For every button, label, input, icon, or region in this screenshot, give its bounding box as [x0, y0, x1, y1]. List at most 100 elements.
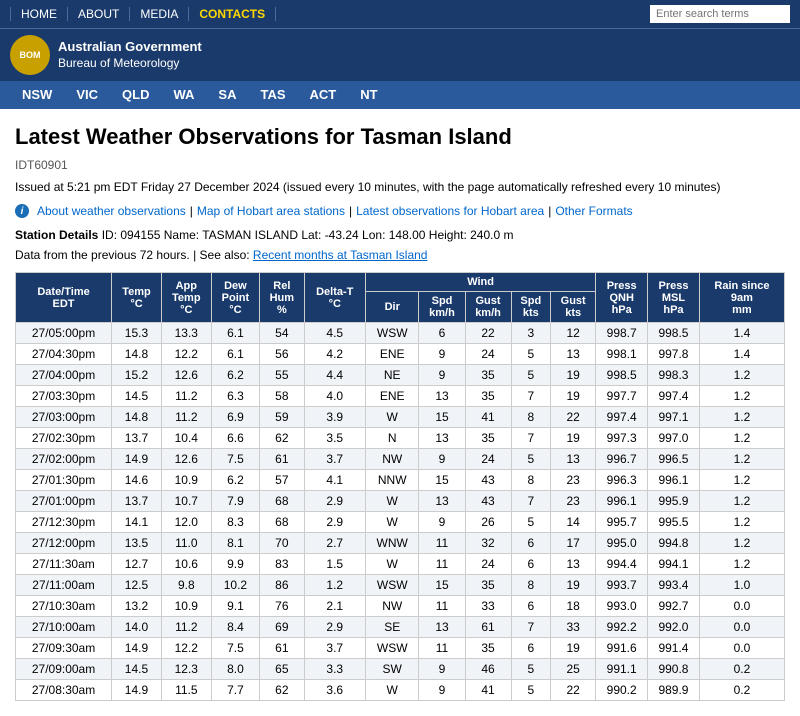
table-cell: 0.0 — [699, 617, 784, 638]
table-cell: 14.5 — [112, 386, 162, 407]
nav-about[interactable]: ABOUT — [68, 7, 130, 21]
table-cell: 15 — [419, 575, 465, 596]
table-cell: 14.0 — [112, 617, 162, 638]
table-header-row-1: Date/TimeEDT Temp°C AppTemp°C DewPoint°C… — [16, 273, 785, 292]
nav-media[interactable]: MEDIA — [130, 7, 189, 21]
table-cell: 11.0 — [161, 533, 211, 554]
link-latest-hobart[interactable]: Latest observations for Hobart area — [356, 204, 544, 218]
nav-contacts[interactable]: CONTACTS — [189, 7, 276, 21]
state-act[interactable]: ACT — [298, 81, 349, 109]
table-cell: 10.9 — [161, 470, 211, 491]
table-cell: NW — [365, 596, 419, 617]
link-recent-months[interactable]: Recent months at Tasman Island — [253, 248, 428, 262]
link-map-stations[interactable]: Map of Hobart area stations — [197, 204, 345, 218]
table-cell: 992.2 — [596, 617, 648, 638]
table-cell: 6 — [419, 323, 465, 344]
table-cell: 6.1 — [211, 323, 259, 344]
table-cell: N — [365, 428, 419, 449]
table-cell: 27/02:30pm — [16, 428, 112, 449]
table-cell: 14 — [551, 512, 596, 533]
table-cell: 1.4 — [699, 323, 784, 344]
table-cell: 3.3 — [304, 659, 365, 680]
table-cell: 5 — [511, 365, 551, 386]
table-cell: 76 — [260, 596, 304, 617]
table-cell: 14.5 — [112, 659, 162, 680]
table-cell: 12 — [551, 323, 596, 344]
table-cell: 7.5 — [211, 449, 259, 470]
table-cell: 1.2 — [699, 533, 784, 554]
table-cell: 995.0 — [596, 533, 648, 554]
table-cell: 10.7 — [161, 491, 211, 512]
state-qld[interactable]: QLD — [110, 81, 161, 109]
table-cell: 27/09:30am — [16, 638, 112, 659]
table-body: 27/05:00pm15.313.36.1544.5WSW622312998.7… — [16, 323, 785, 701]
table-cell: 83 — [260, 554, 304, 575]
table-cell: 11 — [419, 596, 465, 617]
table-cell: 989.9 — [648, 680, 700, 701]
table-cell: 9 — [419, 365, 465, 386]
table-cell: 13.7 — [112, 491, 162, 512]
table-cell: 997.3 — [596, 428, 648, 449]
state-sa[interactable]: SA — [206, 81, 248, 109]
table-cell: 12.6 — [161, 449, 211, 470]
col-wind-dir: Dir — [365, 292, 419, 323]
table-cell: 61 — [465, 617, 511, 638]
table-cell: 35 — [465, 428, 511, 449]
station-details: Station Details ID: 094155 Name: TASMAN … — [15, 228, 785, 242]
table-cell: 17 — [551, 533, 596, 554]
state-wa[interactable]: WA — [161, 81, 206, 109]
table-cell: 9 — [419, 344, 465, 365]
table-cell: 11.2 — [161, 386, 211, 407]
table-cell: 998.3 — [648, 365, 700, 386]
table-cell: 54 — [260, 323, 304, 344]
table-cell: 27/12:00pm — [16, 533, 112, 554]
table-cell: 0.0 — [699, 638, 784, 659]
table-cell: 27/11:30am — [16, 554, 112, 575]
table-cell: W — [365, 680, 419, 701]
table-cell: W — [365, 512, 419, 533]
col-press-msl: PressMSLhPa — [648, 273, 700, 323]
table-cell: 1.2 — [699, 512, 784, 533]
table-cell: 25 — [551, 659, 596, 680]
issued-text: Issued at 5:21 pm EDT Friday 27 December… — [15, 180, 785, 194]
table-cell: 9 — [419, 512, 465, 533]
link-about-obs[interactable]: About weather observations — [37, 204, 186, 218]
table-cell: 13.7 — [112, 428, 162, 449]
table-cell: 3 — [511, 323, 551, 344]
table-cell: 998.5 — [596, 365, 648, 386]
table-cell: 997.8 — [648, 344, 700, 365]
info-icon: i — [15, 204, 29, 218]
table-cell: 7.9 — [211, 491, 259, 512]
table-cell: 15 — [419, 470, 465, 491]
table-cell: 5 — [511, 449, 551, 470]
state-vic[interactable]: VIC — [64, 81, 110, 109]
table-cell: 1.2 — [699, 407, 784, 428]
state-nsw[interactable]: NSW — [10, 81, 64, 109]
table-cell: 13 — [419, 617, 465, 638]
table-cell: W — [365, 554, 419, 575]
table-cell: 0.0 — [699, 596, 784, 617]
table-cell: 1.2 — [699, 449, 784, 470]
table-cell: 3.9 — [304, 407, 365, 428]
table-cell: 43 — [465, 491, 511, 512]
table-cell: 12.7 — [112, 554, 162, 575]
table-cell: 23 — [551, 491, 596, 512]
table-cell: 12.0 — [161, 512, 211, 533]
nav-home[interactable]: HOME — [10, 7, 68, 21]
table-cell: 27/02:00pm — [16, 449, 112, 470]
table-cell: 993.4 — [648, 575, 700, 596]
table-cell: 997.0 — [648, 428, 700, 449]
state-tas[interactable]: TAS — [248, 81, 297, 109]
table-cell: 992.7 — [648, 596, 700, 617]
table-cell: 27/05:00pm — [16, 323, 112, 344]
table-cell: NW — [365, 449, 419, 470]
table-cell: 11.2 — [161, 617, 211, 638]
table-row: 27/02:00pm14.912.67.5613.7NW924513996.79… — [16, 449, 785, 470]
table-cell: 7 — [511, 428, 551, 449]
link-other-formats[interactable]: Other Formats — [555, 204, 632, 218]
table-cell: 6.2 — [211, 365, 259, 386]
table-cell: 57 — [260, 470, 304, 491]
state-nt[interactable]: NT — [348, 81, 389, 109]
table-cell: 27/10:30am — [16, 596, 112, 617]
search-input[interactable] — [650, 5, 790, 23]
